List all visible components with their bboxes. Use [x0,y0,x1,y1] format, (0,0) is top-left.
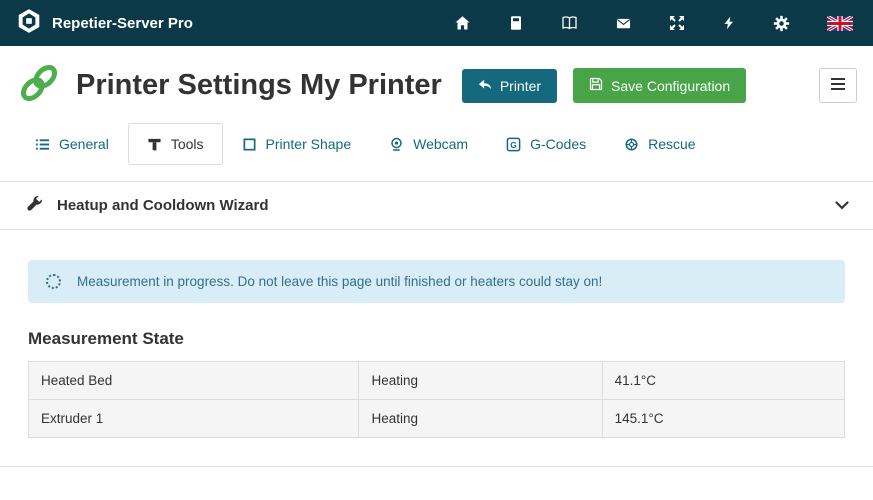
fullscreen-icon[interactable] [669,15,685,31]
tab-label: Printer Shape [266,136,352,152]
table-row: Extruder 1 Heating 145.1°C [29,400,845,438]
save-configuration-button[interactable]: Save Configuration [573,68,746,103]
list-icon [35,137,50,152]
link-chain-icon [18,62,60,109]
app-logo-icon [16,8,42,38]
tab-label: Rescue [648,136,695,152]
save-disk-icon [589,77,603,94]
language-flag-uk-icon[interactable] [827,16,853,31]
sd-card-icon[interactable] [508,15,524,31]
spinner-icon [46,274,61,289]
save-button-label: Save Configuration [611,78,730,94]
printer-button[interactable]: Printer [462,69,557,103]
tab-printer-shape[interactable]: Printer Shape [223,123,371,165]
menu-button[interactable] [819,68,857,103]
gcode-icon: G [506,137,521,152]
chevron-down-icon [835,201,849,210]
tab-rescue[interactable]: Rescue [605,123,714,165]
page-header: Printer Settings My Printer Printer Save… [0,46,873,117]
measurement-table: Heated Bed Heating 41.1°C Extruder 1 Hea… [28,361,845,438]
tab-label: Webcam [413,136,468,152]
device-cell: Heated Bed [29,362,359,400]
top-navbar: Repetier-Server Pro [0,0,873,46]
home-icon[interactable] [454,15,471,31]
power-bolt-icon[interactable] [722,15,736,31]
state-cell: Heating [359,400,602,438]
tab-label: G-Codes [530,136,586,152]
printer-button-label: Printer [500,78,541,94]
heatup-cooldown-panel: Heatup and Cooldown Wizard Measurement i… [0,181,873,467]
tab-label: General [59,136,109,152]
panel-title: Heatup and Cooldown Wizard [57,197,269,214]
temperature-cell: 145.1°C [602,400,844,438]
wrench-icon [26,195,43,216]
page-title: Printer Settings My Printer [76,69,442,102]
tab-webcam[interactable]: Webcam [370,123,487,165]
brand-link[interactable]: Repetier-Server Pro [16,8,193,38]
tool-icon [147,137,162,152]
navbar-icons [454,15,853,32]
device-cell: Extruder 1 [29,400,359,438]
mail-icon[interactable] [615,16,632,31]
state-cell: Heating [359,362,602,400]
hamburger-icon [830,77,846,94]
settings-tabs: General Tools Printer Shape Webcam G G-C… [0,117,873,165]
temperature-cell: 41.1°C [602,362,844,400]
tab-general[interactable]: General [16,123,128,165]
back-arrow-icon [478,78,492,94]
table-row: Heated Bed Heating 41.1°C [29,362,845,400]
panel-header[interactable]: Heatup and Cooldown Wizard [0,182,873,230]
panel-body: Measurement in progress. Do not leave th… [0,230,873,466]
tab-gcodes[interactable]: G G-Codes [487,123,605,165]
header-buttons: Printer Save Configuration [462,68,857,103]
square-outline-icon [242,137,257,152]
tab-tools[interactable]: Tools [128,123,223,165]
measurement-state-title: Measurement State [28,329,845,349]
manual-book-icon[interactable] [561,15,578,31]
settings-gear-icon[interactable] [773,15,790,32]
webcam-icon [389,136,404,152]
measurement-progress-alert: Measurement in progress. Do not leave th… [28,260,845,303]
svg-text:G: G [510,139,517,149]
brand-label: Repetier-Server Pro [52,15,193,32]
alert-message: Measurement in progress. Do not leave th… [77,274,602,289]
rescue-icon [624,137,639,152]
tab-label: Tools [171,136,204,152]
